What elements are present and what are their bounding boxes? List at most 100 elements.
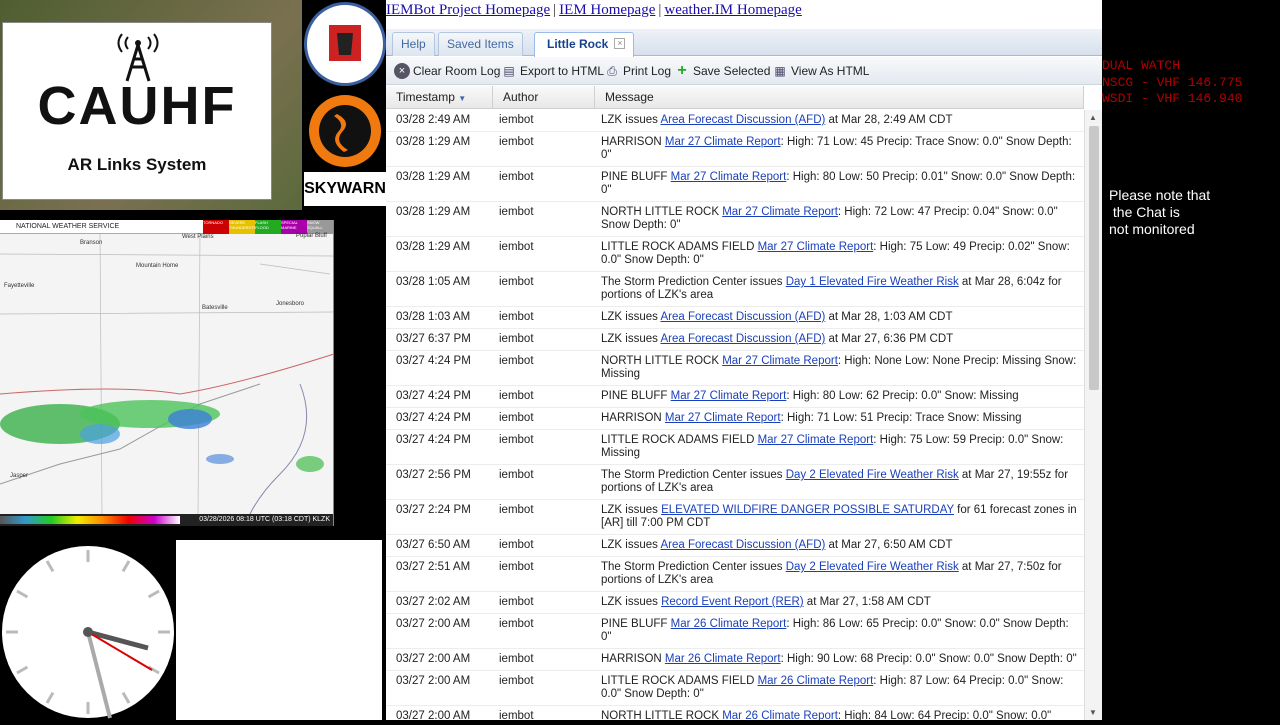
- message-cell: LZK issues Record Event Report (RER) at …: [601, 592, 1084, 613]
- table-row[interactable]: 03/28 1:03 AM iembot LZK issues Area Forec…: [386, 307, 1084, 329]
- product-link[interactable]: Mar 26 Climate Report: [665, 653, 781, 665]
- column-message[interactable]: Message: [595, 86, 1084, 109]
- table-row[interactable]: 03/27 4:24 PM iembot HARRISON Mar 27 Clima…: [386, 408, 1084, 430]
- message-prefix: LZK issues: [601, 539, 661, 551]
- message-prefix: LITTLE ROCK ADAMS FIELD: [601, 241, 758, 253]
- table-row[interactable]: 03/28 1:05 AM iembot The Storm Prediction …: [386, 272, 1084, 307]
- product-link[interactable]: Mar 26 Climate Report: [671, 618, 787, 630]
- product-link[interactable]: Record Event Report (RER): [661, 596, 804, 608]
- message-prefix: The Storm Prediction Center issues: [601, 276, 786, 288]
- product-link[interactable]: Area Forecast Discussion (AFD): [660, 114, 825, 126]
- timestamp-cell: 03/27 6:50 AM: [396, 539, 471, 551]
- town-label: Jasper: [10, 473, 29, 479]
- table-row[interactable]: 03/27 2:00 AM iembot NORTH LITTLE ROCK Mar…: [386, 706, 1084, 720]
- message-cell: HARRISON Mar 26 Climate Report: High: 90…: [601, 649, 1084, 670]
- scroll-thumb[interactable]: [1089, 126, 1099, 390]
- radar-warning-legend: TORNADO SEVERE THUNDERSTORM FLASH FLOOD …: [203, 220, 333, 234]
- tab-help[interactable]: Help: [392, 32, 435, 56]
- table-row[interactable]: 03/27 2:00 AM iembot HARRISON Mar 26 Clima…: [386, 649, 1084, 671]
- message-prefix: LZK issues: [601, 596, 662, 608]
- scroll-down-icon[interactable]: ▼: [1089, 708, 1097, 717]
- author-cell: iembot: [499, 311, 534, 323]
- table-row[interactable]: 03/27 4:24 PM iembot LITTLE ROCK ADAMS FIE…: [386, 430, 1084, 465]
- product-link[interactable]: Mar 27 Climate Report: [665, 136, 781, 148]
- table-row[interactable]: 03/28 2:49 AM iembot LZK issues Area Forec…: [386, 110, 1084, 132]
- table-row[interactable]: 03/27 2:00 AM iembot PINE BLUFF Mar 26 Cli…: [386, 614, 1084, 649]
- product-link[interactable]: Mar 27 Climate Report: [758, 434, 874, 446]
- tab-little-rock[interactable]: Little Rock ×: [534, 32, 635, 57]
- grid-header: Timestamp ▼ Author Message: [386, 86, 1084, 109]
- message-suffix: at Mar 28, 2:49 AM CDT: [825, 114, 953, 126]
- timestamp-cell: 03/28 1:29 AM: [396, 206, 471, 218]
- author-cell: iembot: [499, 539, 534, 551]
- clear-icon: ×: [394, 63, 410, 79]
- product-link[interactable]: Mar 27 Climate Report: [671, 171, 787, 183]
- message-cell: PINE BLUFF Mar 26 Climate Report: High: …: [601, 614, 1084, 648]
- vertical-scrollbar[interactable]: ▲ ▼: [1084, 110, 1102, 720]
- save-selected-button[interactable]: + Save Selected: [674, 63, 770, 79]
- product-link[interactable]: Day 2 Elevated Fire Weather Risk: [786, 469, 959, 481]
- product-link[interactable]: Mar 27 Climate Report: [722, 355, 838, 367]
- legend-flood: FLASH FLOOD: [255, 220, 281, 234]
- table-row[interactable]: 03/27 4:24 PM iembot PINE BLUFF Mar 27 Cli…: [386, 386, 1084, 408]
- print-icon: ⎙: [607, 64, 617, 78]
- author-cell: iembot: [499, 333, 534, 345]
- link-weather-im[interactable]: weather.IM Homepage: [664, 2, 801, 18]
- author-cell: iembot: [499, 653, 534, 665]
- product-link[interactable]: Day 1 Elevated Fire Weather Risk: [786, 276, 959, 288]
- author-cell: iembot: [499, 206, 534, 218]
- link-iembot-project[interactable]: IEMBot Project Homepage: [386, 2, 550, 18]
- message-prefix: NORTH LITTLE ROCK: [601, 355, 723, 367]
- clear-room-log-button[interactable]: × Clear Room Log: [394, 63, 500, 79]
- column-timestamp[interactable]: Timestamp ▼: [386, 86, 493, 109]
- skywarn-label: SKYWARN: [304, 172, 386, 206]
- product-link[interactable]: Area Forecast Discussion (AFD): [660, 333, 825, 345]
- author-cell: iembot: [499, 504, 534, 516]
- product-link[interactable]: Mar 27 Climate Report: [671, 390, 787, 402]
- table-row[interactable]: 03/27 6:37 PM iembot LZK issues Area Forec…: [386, 329, 1084, 351]
- product-link[interactable]: Day 2 Elevated Fire Weather Risk: [786, 561, 959, 573]
- author-cell: iembot: [499, 355, 534, 367]
- table-row[interactable]: 03/27 2:02 AM iembot LZK issues Record Eve…: [386, 592, 1084, 614]
- timestamp-cell: 03/27 4:24 PM: [396, 412, 471, 424]
- link-iem-homepage[interactable]: IEM Homepage: [559, 2, 655, 18]
- table-row[interactable]: 03/27 2:24 PM iembot LZK issues ELEVATED W…: [386, 500, 1084, 535]
- legend-marine: SPECIAL MARINE: [281, 220, 307, 234]
- export-html-button[interactable]: ▤ Export to HTML: [501, 63, 604, 79]
- table-row[interactable]: 03/27 2:56 PM iembot The Storm Prediction …: [386, 465, 1084, 500]
- product-link[interactable]: Area Forecast Discussion (AFD): [660, 311, 825, 323]
- author-cell: iembot: [499, 434, 534, 446]
- tab-saved-items[interactable]: Saved Items: [438, 32, 523, 56]
- table-row[interactable]: 03/27 4:24 PM iembot NORTH LITTLE ROCK Mar…: [386, 351, 1084, 386]
- table-row[interactable]: 03/27 6:50 AM iembot LZK issues Area Forec…: [386, 535, 1084, 557]
- table-row[interactable]: 03/27 2:00 AM iembot LITTLE ROCK ADAMS FIE…: [386, 671, 1084, 706]
- author-cell: iembot: [499, 171, 534, 183]
- town-label: Mountain Home: [136, 263, 179, 269]
- table-row[interactable]: 03/27 2:51 AM iembot The Storm Prediction …: [386, 557, 1084, 592]
- print-log-button[interactable]: ⎙ Print Log: [604, 63, 671, 79]
- table-row[interactable]: 03/28 1:29 AM iembot HARRISON Mar 27 Clima…: [386, 132, 1084, 167]
- column-author[interactable]: Author: [493, 86, 595, 109]
- scroll-up-icon[interactable]: ▲: [1089, 113, 1097, 122]
- product-link[interactable]: Mar 27 Climate Report: [665, 412, 781, 424]
- product-link[interactable]: ELEVATED WILDFIRE DANGER POSSIBLE SATURD…: [661, 504, 954, 516]
- radar-map: NATIONAL WEATHER SERVICE TORNADO SEVERE …: [0, 220, 334, 526]
- table-row[interactable]: 03/28 1:29 AM iembot LITTLE ROCK ADAMS FIE…: [386, 237, 1084, 272]
- town-label: Batesville: [202, 305, 228, 311]
- blank-panel: [176, 540, 382, 720]
- message-cell: LZK issues Area Forecast Discussion (AFD…: [601, 535, 1084, 556]
- table-row[interactable]: 03/28 1:29 AM iembot NORTH LITTLE ROCK Mar…: [386, 202, 1084, 237]
- close-icon[interactable]: ×: [614, 38, 626, 49]
- table-row[interactable]: 03/28 1:29 AM iembot PINE BLUFF Mar 27 Cli…: [386, 167, 1084, 202]
- product-link[interactable]: Mar 27 Climate Report: [758, 241, 874, 253]
- tab-bar: Help Saved Items Little Rock ×: [386, 29, 1102, 57]
- message-prefix: PINE BLUFF: [601, 171, 671, 183]
- product-link[interactable]: Mar 27 Climate Report: [722, 206, 838, 218]
- message-cell: The Storm Prediction Center issues Day 1…: [601, 272, 1084, 306]
- iembot-chat-app: IEMBot Project Homepage | IEM Homepage | wea…: [386, 0, 1102, 720]
- view-as-html-button[interactable]: ▦ View As HTML: [772, 63, 869, 79]
- timestamp-cell: 03/27 4:24 PM: [396, 355, 471, 367]
- product-link[interactable]: Mar 26 Climate Report: [758, 675, 874, 687]
- product-link[interactable]: Area Forecast Discussion (AFD): [660, 539, 825, 551]
- product-link[interactable]: Mar 26 Climate Report: [722, 710, 838, 720]
